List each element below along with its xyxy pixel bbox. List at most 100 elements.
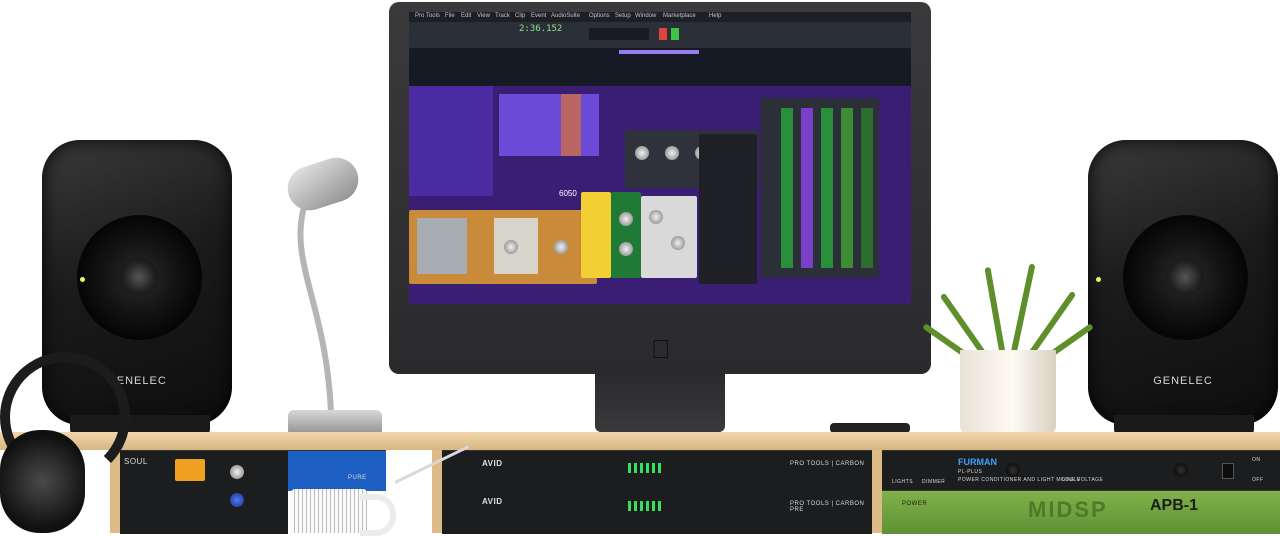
clip-selection[interactable] bbox=[561, 94, 581, 156]
rack-blue-unit: PURE bbox=[288, 450, 386, 491]
monitor-stand bbox=[595, 374, 725, 432]
plugin-window-tape[interactable] bbox=[409, 210, 597, 284]
menu-item[interactable]: File bbox=[445, 13, 455, 19]
plugin-faceplate bbox=[417, 218, 467, 274]
meter-led bbox=[628, 501, 631, 511]
plugin-window-channel[interactable] bbox=[641, 196, 697, 278]
menu-item[interactable]: Edit bbox=[461, 13, 471, 19]
meter-led bbox=[634, 463, 637, 473]
furman-knob[interactable] bbox=[1006, 463, 1020, 477]
apple-logo-icon:  bbox=[651, 334, 671, 365]
apb-model-label: APB-1 bbox=[1150, 497, 1199, 514]
mixer-channel-strip[interactable] bbox=[801, 108, 813, 268]
meter-led bbox=[652, 463, 655, 473]
furman-logo: FURMAN bbox=[958, 457, 997, 467]
plugin-window-meter[interactable] bbox=[699, 134, 757, 284]
meter-led bbox=[658, 501, 661, 511]
menu-item[interactable]: View bbox=[477, 13, 490, 19]
daw-transport bbox=[409, 22, 911, 48]
meter-led bbox=[640, 463, 643, 473]
on-label: ON bbox=[1252, 457, 1261, 463]
main-counter: 2:36.152 bbox=[519, 24, 563, 34]
play-button[interactable] bbox=[671, 28, 679, 40]
line-voltage-label: LINE VOLTAGE bbox=[1062, 477, 1104, 483]
menu-item[interactable]: Event bbox=[531, 13, 546, 19]
plugin-knob[interactable] bbox=[635, 146, 649, 160]
coffee-mug bbox=[291, 489, 367, 533]
menu-item[interactable]: Window bbox=[635, 13, 656, 19]
menu-item[interactable]: Pro Tools bbox=[415, 13, 440, 19]
menu-item[interactable]: Options bbox=[589, 13, 610, 19]
right-speaker-led bbox=[1096, 277, 1101, 282]
transport-controls[interactable] bbox=[589, 28, 649, 40]
plant-pot bbox=[960, 350, 1056, 434]
right-speaker: GENELEC bbox=[1088, 140, 1278, 425]
pure-label: PURE bbox=[348, 475, 367, 481]
daw-timeline[interactable] bbox=[409, 48, 911, 86]
plant-leaf bbox=[984, 266, 1006, 357]
daw-screen: Pro Tools File Edit View Track Clip Even… bbox=[409, 12, 911, 304]
headphones-earcup bbox=[0, 430, 85, 533]
meter-led bbox=[646, 463, 649, 473]
rack-furman: FURMAN PL-PLUS POWER CONDITIONER AND LIG… bbox=[882, 450, 1280, 491]
desk-top bbox=[0, 432, 1280, 450]
power-switch[interactable] bbox=[1222, 463, 1234, 479]
lights-label: LIGHTS bbox=[892, 479, 914, 485]
mixer-channel-strip[interactable] bbox=[841, 108, 853, 268]
left-speaker-tweeter bbox=[120, 258, 158, 296]
plugin-value-readout: 6050 bbox=[559, 189, 577, 198]
daw-edit-window: 6050 bbox=[409, 86, 911, 304]
right-speaker-brand: GENELEC bbox=[1153, 375, 1213, 387]
daw-menubar: Pro Tools File Edit View Track Clip Even… bbox=[409, 12, 911, 22]
menu-item[interactable]: Marketplace bbox=[663, 13, 696, 19]
plugin-knob[interactable] bbox=[665, 146, 679, 160]
meter-led bbox=[658, 463, 661, 473]
off-label: OFF bbox=[1252, 477, 1264, 483]
mixer-channel-strip[interactable] bbox=[821, 108, 833, 268]
avid-logo: AVID bbox=[482, 497, 503, 506]
plugin-knob[interactable] bbox=[554, 240, 568, 254]
menu-item[interactable]: Clip bbox=[515, 13, 525, 19]
mixer-channel-strip[interactable] bbox=[861, 108, 873, 268]
power-label: POWER bbox=[902, 501, 928, 507]
mug-handle bbox=[360, 494, 396, 536]
right-speaker-tweeter bbox=[1166, 258, 1204, 296]
plugin-knob[interactable] bbox=[619, 212, 633, 226]
plugin-knob[interactable] bbox=[504, 240, 518, 254]
plant-leaf bbox=[1010, 263, 1036, 357]
mixer-window bbox=[761, 98, 879, 278]
plugin-knob[interactable] bbox=[619, 242, 633, 256]
menu-item[interactable]: AudioSuite bbox=[551, 13, 580, 19]
vu-meter bbox=[175, 459, 205, 481]
left-speaker-led bbox=[80, 277, 85, 282]
dimmer-label: DIMMER bbox=[922, 479, 946, 485]
rack-post bbox=[110, 450, 120, 533]
menu-item[interactable]: Setup bbox=[615, 13, 631, 19]
furman-knob[interactable] bbox=[1174, 463, 1188, 477]
furman-model: PL-PLUS bbox=[958, 469, 983, 475]
soul-label: SOUL bbox=[124, 457, 148, 466]
meter-led bbox=[646, 501, 649, 511]
preamp-knob[interactable] bbox=[230, 465, 244, 479]
plugin-knob[interactable] bbox=[671, 236, 685, 250]
meter-led bbox=[652, 501, 655, 511]
imac-monitor: Pro Tools File Edit View Track Clip Even… bbox=[389, 2, 931, 374]
track-list-panel bbox=[409, 86, 493, 196]
carbon-pre-label: PRO TOOLS | CARBON PRE bbox=[790, 501, 865, 513]
menu-item[interactable]: Track bbox=[495, 13, 510, 19]
rack-avid-interfaces: AVID AVID PRO TOOLS | CARBON PRO TOOLS |… bbox=[442, 450, 872, 534]
record-button[interactable] bbox=[659, 28, 667, 40]
plugin-window-eq[interactable] bbox=[611, 192, 641, 278]
audio-clip[interactable] bbox=[499, 94, 599, 156]
plugin-knob[interactable] bbox=[649, 210, 663, 224]
midsp-logo: MIDSP bbox=[1028, 497, 1108, 522]
preamp-knob[interactable] bbox=[230, 493, 244, 507]
menu-item[interactable]: Help bbox=[709, 13, 721, 19]
rack-post bbox=[872, 450, 882, 533]
rack-preamp: SOUL bbox=[120, 450, 288, 534]
plugin-window-yellow[interactable] bbox=[581, 192, 611, 278]
lamp-arm bbox=[297, 199, 334, 413]
mixer-channel-strip[interactable] bbox=[781, 108, 793, 268]
meter-led bbox=[634, 501, 637, 511]
carbon-label: PRO TOOLS | CARBON bbox=[790, 461, 865, 467]
